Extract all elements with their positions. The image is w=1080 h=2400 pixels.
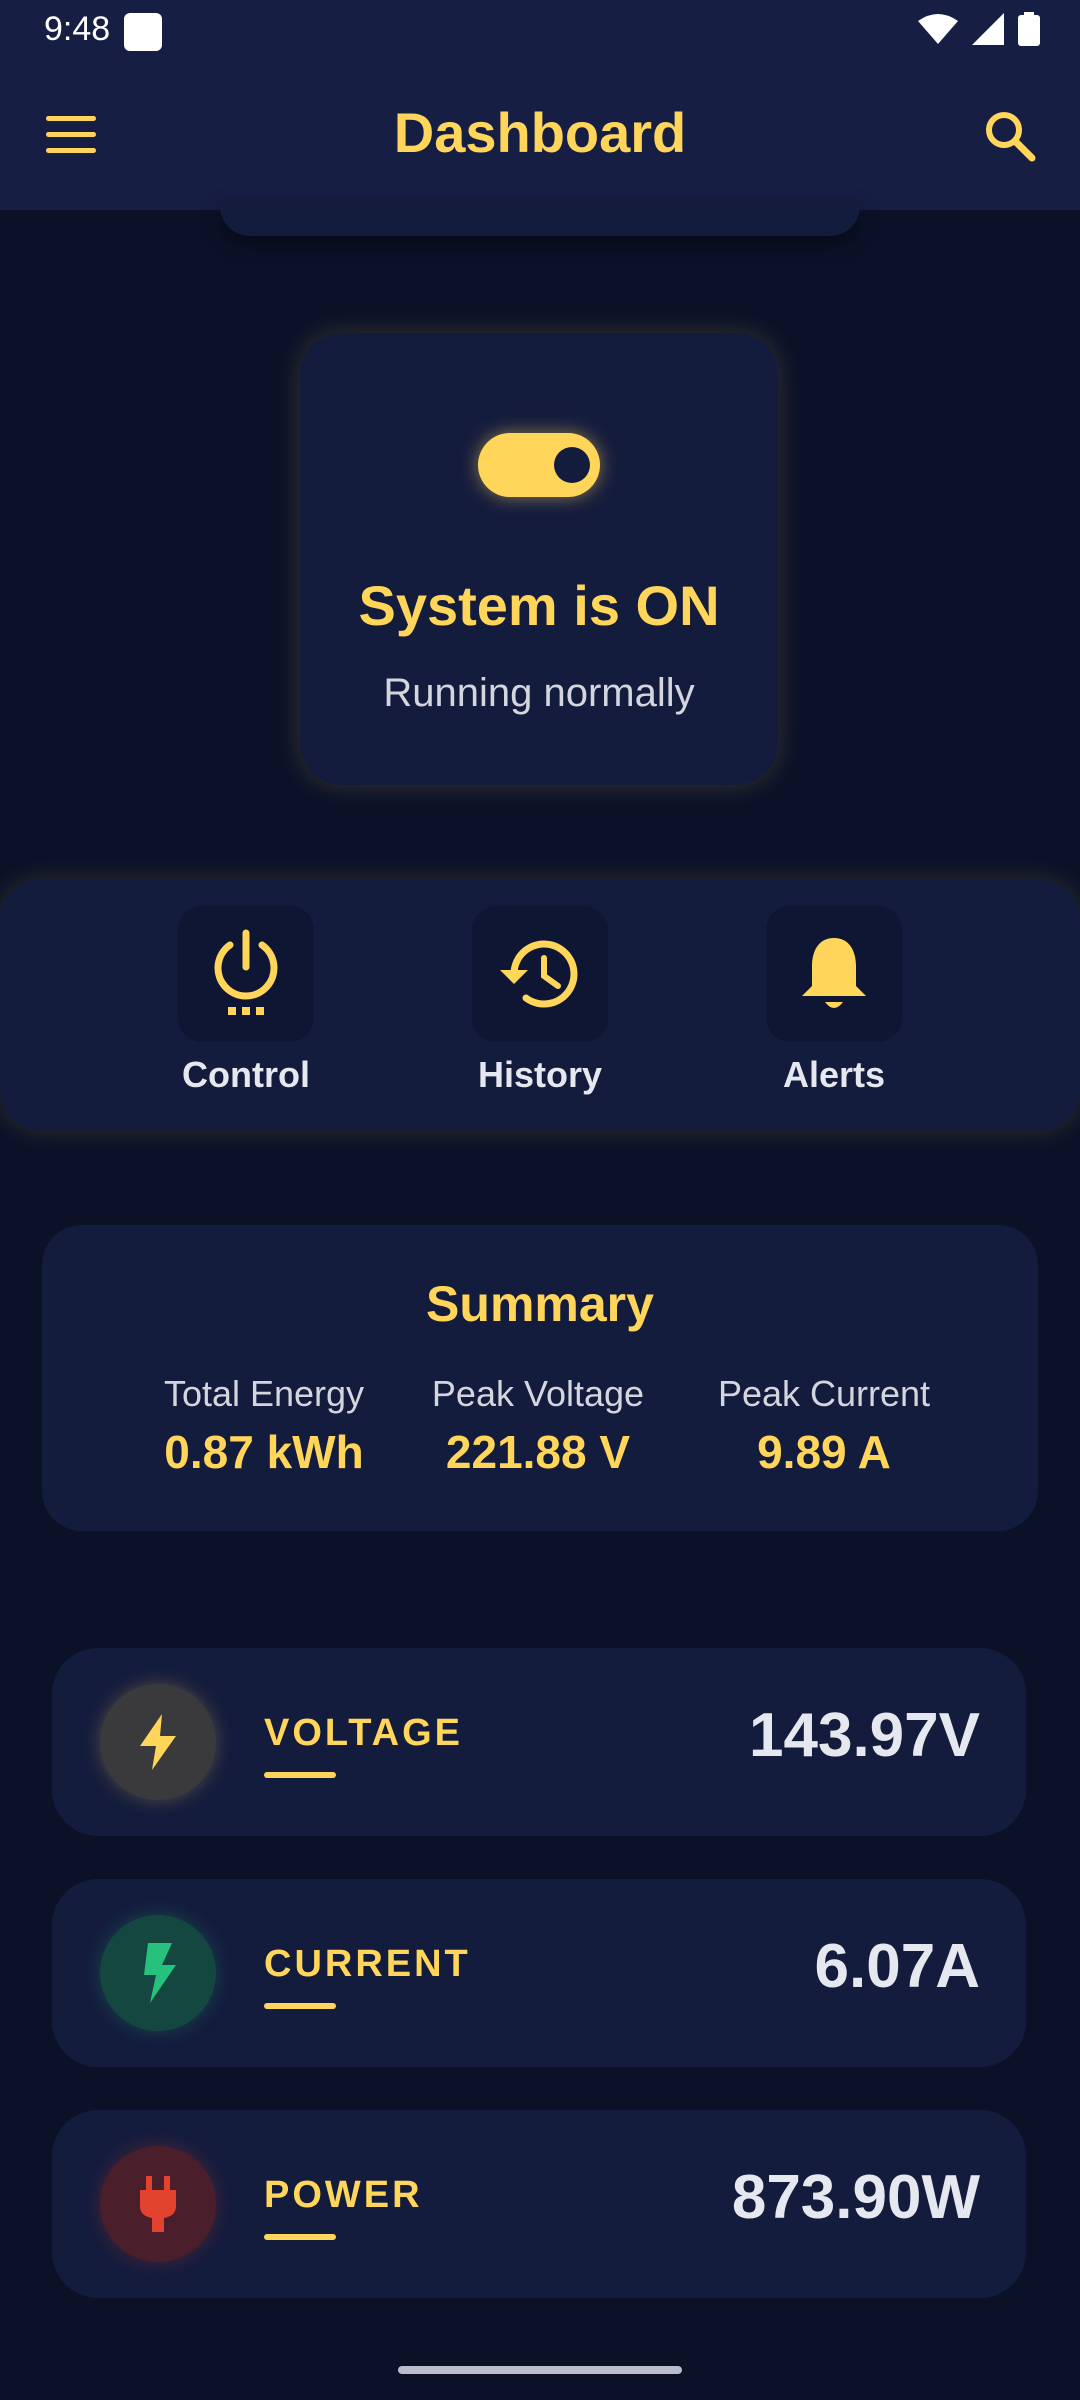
system-status-subtitle: Running normally [383, 671, 695, 715]
bolt-icon [140, 1714, 176, 1770]
notification-icon [124, 13, 162, 51]
summary-label: Total Energy [163, 1373, 365, 1414]
power-card[interactable]: POWER 873.90W [52, 2110, 1026, 2298]
voltage-card[interactable]: VOLTAGE 143.97V [52, 1648, 1026, 1836]
voltage-label: VOLTAGE [264, 1712, 464, 1754]
summary-total-energy: Total Energy 0.87 kWh [134, 1373, 394, 1479]
current-value: 6.07A [814, 1932, 980, 2001]
summary-peak-current: Peak Current 9.89 A [694, 1373, 954, 1479]
bell-icon [802, 938, 866, 1008]
search-icon[interactable] [982, 108, 1038, 164]
signal-icon [972, 13, 1004, 45]
alerts-label: Alerts [782, 1054, 886, 1095]
system-status-title: System is ON [358, 574, 720, 637]
summary-card: Summary Total Energy 0.87 kWh Peak Volta… [42, 1225, 1038, 1531]
wifi-icon [918, 14, 958, 44]
control-label: Control [182, 1054, 310, 1095]
control-button[interactable]: Control [146, 906, 346, 1096]
summary-value: 9.89 A [757, 1426, 891, 1478]
voltage-icon-circle [100, 1684, 216, 1800]
power-label: POWER [264, 2174, 423, 2216]
power-icon [214, 929, 278, 1015]
current-label: CURRENT [264, 1943, 471, 1985]
status-icons [918, 12, 1040, 46]
toggle-knob [554, 447, 590, 483]
summary-value: 221.88 V [445, 1426, 631, 1478]
voltage-underline [264, 1772, 336, 1778]
system-status-card: System is ON Running normally [300, 333, 778, 785]
flash-icon [144, 1943, 176, 2003]
voltage-value: 143.97V [749, 1701, 980, 1770]
plug-icon [140, 2176, 176, 2232]
status-time: 9:48 [44, 10, 111, 48]
current-icon-circle [100, 1915, 216, 2031]
summary-label: Peak Current [717, 1373, 931, 1414]
partial-card [220, 200, 860, 236]
current-card[interactable]: CURRENT 6.07A [52, 1879, 1026, 2067]
history-button[interactable]: History [440, 906, 640, 1096]
power-value: 873.90W [731, 2163, 980, 2232]
power-icon-circle [100, 2146, 216, 2262]
app-bar: Dashboard [0, 60, 1080, 210]
summary-title: Summary [426, 1276, 654, 1332]
history-icon [500, 940, 578, 1008]
power-underline [264, 2234, 336, 2240]
summary-value: 0.87 kWh [164, 1426, 364, 1478]
alerts-button[interactable]: Alerts [734, 906, 934, 1096]
summary-label: Peak Voltage [431, 1373, 645, 1414]
summary-peak-voltage: Peak Voltage 221.88 V [408, 1373, 668, 1479]
history-label: History [477, 1054, 603, 1095]
status-bar: 9:48 [0, 0, 1080, 60]
page-title: Dashboard [393, 101, 687, 164]
quick-actions: Control History Alerts [0, 880, 1080, 1130]
battery-icon [1018, 12, 1040, 46]
system-toggle[interactable] [478, 433, 600, 497]
home-indicator[interactable] [398, 2366, 682, 2374]
current-underline [264, 2003, 336, 2009]
